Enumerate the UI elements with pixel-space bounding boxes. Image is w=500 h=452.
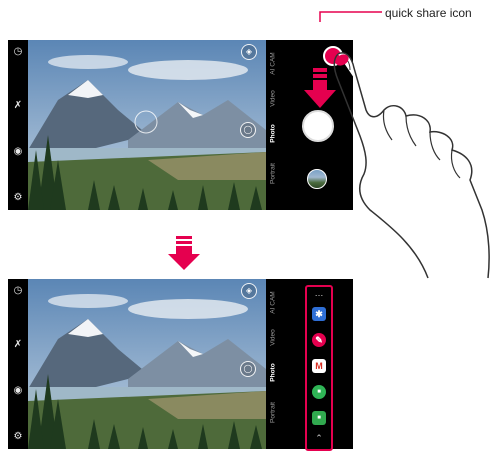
viewfinder[interactable]: ◈ ◯ (28, 40, 266, 210)
mode-ai-cam[interactable]: AI CAM (270, 288, 277, 318)
focus-icon[interactable]: ◯ (240, 122, 256, 138)
camera-left-bar: ◷ ✗ ◉ ⚙ (8, 40, 28, 210)
mode-photo[interactable]: Photo (270, 358, 277, 388)
filter-icon[interactable]: ◉ (12, 146, 24, 158)
landscape-photo (28, 40, 266, 210)
more-options-icon[interactable]: … (307, 288, 331, 298)
lens-switch-icon[interactable]: ◈ (241, 283, 257, 299)
timer-icon[interactable]: ◷ (12, 285, 24, 297)
timer-icon[interactable]: ◷ (12, 46, 24, 58)
settings-icon[interactable]: ⚙ (12, 431, 24, 443)
transition-down-arrow (168, 236, 200, 270)
bluetooth-icon[interactable]: ✱ (312, 307, 326, 321)
camera-left-bar: ◷ ✗ ◉ ⚙ (8, 279, 28, 449)
pencil-icon[interactable]: ✎ (312, 333, 326, 347)
camera-screen-bottom: ◷ ✗ ◉ ⚙ ◈ ◯ AI CAM Video Photo Portrait (8, 279, 353, 449)
mode-video[interactable]: Video (270, 323, 277, 353)
focus-icon[interactable]: ◯ (240, 361, 256, 377)
mode-photo[interactable]: Photo (270, 119, 277, 149)
mode-portrait[interactable]: Portrait (270, 159, 277, 189)
camera-screen-top: ◷ ✗ ◉ ⚙ ◈ ◯ AI CAM Video Photo Portrait (8, 40, 353, 210)
quick-share-panel: … ✱ ✎ M ■ ■ ⌃ (305, 285, 333, 451)
collapse-icon[interactable]: ⌃ (307, 433, 331, 444)
callout-label: quick share icon (385, 6, 472, 20)
messages-icon[interactable]: ■ (312, 385, 326, 399)
flash-off-icon[interactable]: ✗ (12, 100, 24, 112)
mode-portrait[interactable]: Portrait (270, 398, 277, 428)
settings-icon[interactable]: ⚙ (12, 192, 24, 204)
hangouts-icon[interactable]: ■ (312, 411, 326, 425)
flash-off-icon[interactable]: ✗ (12, 339, 24, 351)
filter-icon[interactable]: ◉ (12, 385, 24, 397)
landscape-photo (28, 279, 266, 449)
viewfinder[interactable]: ◈ ◯ (28, 279, 266, 449)
hand-illustration (333, 52, 490, 279)
lens-switch-icon[interactable]: ◈ (241, 44, 257, 60)
mode-ai-cam[interactable]: AI CAM (270, 49, 277, 79)
gmail-icon[interactable]: M (312, 359, 326, 373)
mode-video[interactable]: Video (270, 84, 277, 114)
